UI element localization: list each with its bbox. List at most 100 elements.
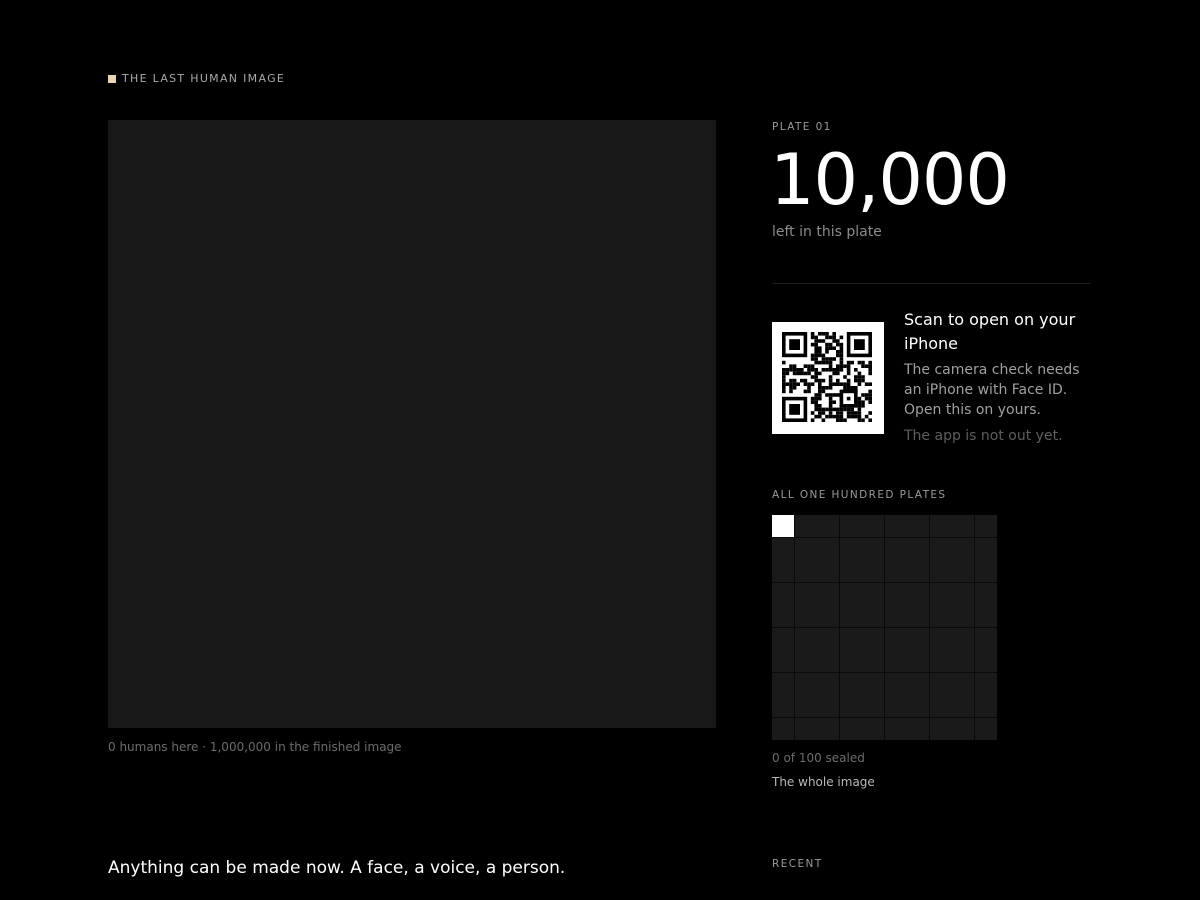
plate-cell[interactable] — [817, 650, 839, 672]
plate-cell[interactable] — [929, 650, 952, 672]
plate-cell[interactable] — [907, 695, 929, 717]
plate-cell[interactable] — [772, 515, 794, 537]
plate-cell[interactable] — [772, 560, 794, 582]
plate-cell[interactable] — [929, 695, 952, 717]
plate-cell[interactable] — [974, 672, 997, 695]
plate-cell[interactable] — [884, 627, 907, 650]
plate-cell[interactable] — [794, 605, 817, 627]
whole-image-link[interactable]: The whole image — [772, 775, 875, 789]
plate-cell[interactable] — [862, 672, 884, 695]
plate-cell[interactable] — [907, 560, 929, 582]
plate-cell[interactable] — [929, 515, 952, 537]
plate-cell[interactable] — [817, 717, 839, 740]
plate-cell[interactable] — [929, 537, 952, 560]
plate-cell[interactable] — [929, 560, 952, 582]
plate-cell[interactable] — [907, 672, 929, 695]
plate-cell[interactable] — [772, 537, 794, 560]
plate-cell[interactable] — [817, 582, 839, 605]
plate-cell[interactable] — [839, 717, 862, 740]
plate-cell[interactable] — [839, 582, 862, 605]
plate-cell[interactable] — [772, 605, 794, 627]
plate-cell[interactable] — [817, 695, 839, 717]
plate-cell[interactable] — [772, 650, 794, 672]
plate-cell[interactable] — [974, 582, 997, 605]
plate-cell[interactable] — [862, 537, 884, 560]
plate-cell[interactable] — [974, 537, 997, 560]
plate-cell[interactable] — [884, 605, 907, 627]
plate-cell[interactable] — [952, 582, 974, 605]
plate-cell[interactable] — [884, 717, 907, 740]
plate-cell[interactable] — [952, 695, 974, 717]
plate-cell[interactable] — [952, 605, 974, 627]
plate-cell[interactable] — [862, 605, 884, 627]
plate-cell[interactable] — [862, 582, 884, 605]
plate-cell[interactable] — [907, 605, 929, 627]
plate-cell[interactable] — [884, 537, 907, 560]
plate-cell[interactable] — [794, 515, 817, 537]
plate-cell[interactable] — [952, 515, 974, 537]
plate-cell[interactable] — [907, 537, 929, 560]
plate-cell[interactable] — [929, 717, 952, 740]
plate-cell[interactable] — [862, 695, 884, 717]
plate-cell[interactable] — [884, 695, 907, 717]
plate-cell[interactable] — [929, 582, 952, 605]
plate-cell[interactable] — [974, 605, 997, 627]
plate-cell[interactable] — [952, 537, 974, 560]
plate-cell[interactable] — [862, 650, 884, 672]
plate-cell[interactable] — [952, 717, 974, 740]
plate-cell[interactable] — [974, 695, 997, 717]
plate-cell[interactable] — [884, 560, 907, 582]
plate-cell[interactable] — [839, 515, 862, 537]
plate-cell[interactable] — [862, 627, 884, 650]
plate-cell[interactable] — [794, 650, 817, 672]
plate-cell[interactable] — [884, 582, 907, 605]
plate-cell[interactable] — [794, 560, 817, 582]
plate-cell[interactable] — [839, 672, 862, 695]
plate-cell[interactable] — [817, 605, 839, 627]
plate-cell[interactable] — [884, 650, 907, 672]
plate-cell[interactable] — [772, 627, 794, 650]
plate-cell[interactable] — [862, 560, 884, 582]
plate-cell[interactable] — [794, 582, 817, 605]
plate-cell[interactable] — [952, 627, 974, 650]
plate-cell[interactable] — [794, 717, 817, 740]
image-canvas[interactable] — [108, 120, 716, 728]
plate-cell[interactable] — [907, 515, 929, 537]
plate-cell[interactable] — [794, 672, 817, 695]
plate-cell[interactable] — [929, 672, 952, 695]
plate-cell[interactable] — [794, 627, 817, 650]
plate-cell[interactable] — [952, 650, 974, 672]
plate-cell[interactable] — [772, 717, 794, 740]
plate-cell[interactable] — [952, 560, 974, 582]
plate-cell[interactable] — [884, 515, 907, 537]
plate-cell[interactable] — [907, 582, 929, 605]
plate-cell[interactable] — [862, 515, 884, 537]
plate-cell[interactable] — [839, 627, 862, 650]
plate-cell[interactable] — [952, 672, 974, 695]
plate-cell[interactable] — [772, 672, 794, 695]
plate-cell[interactable] — [817, 515, 839, 537]
plate-cell[interactable] — [929, 627, 952, 650]
plate-cell[interactable] — [974, 627, 997, 650]
plate-cell[interactable] — [772, 695, 794, 717]
plate-cell[interactable] — [772, 582, 794, 605]
plate-cell[interactable] — [839, 560, 862, 582]
plate-cell[interactable] — [839, 695, 862, 717]
plate-cell[interactable] — [817, 672, 839, 695]
plate-cell[interactable] — [839, 605, 862, 627]
plate-cell[interactable] — [974, 717, 997, 740]
plate-cell[interactable] — [817, 537, 839, 560]
plate-cell[interactable] — [907, 717, 929, 740]
plate-cell[interactable] — [974, 560, 997, 582]
plate-cell[interactable] — [794, 537, 817, 560]
plate-cell[interactable] — [907, 650, 929, 672]
plate-cell[interactable] — [862, 717, 884, 740]
plate-cell[interactable] — [817, 560, 839, 582]
plate-cell[interactable] — [974, 650, 997, 672]
plate-cell[interactable] — [817, 627, 839, 650]
plate-cell[interactable] — [974, 515, 997, 537]
plate-cell[interactable] — [839, 650, 862, 672]
plate-cell[interactable] — [884, 672, 907, 695]
plate-cell[interactable] — [907, 627, 929, 650]
plate-cell[interactable] — [794, 695, 817, 717]
